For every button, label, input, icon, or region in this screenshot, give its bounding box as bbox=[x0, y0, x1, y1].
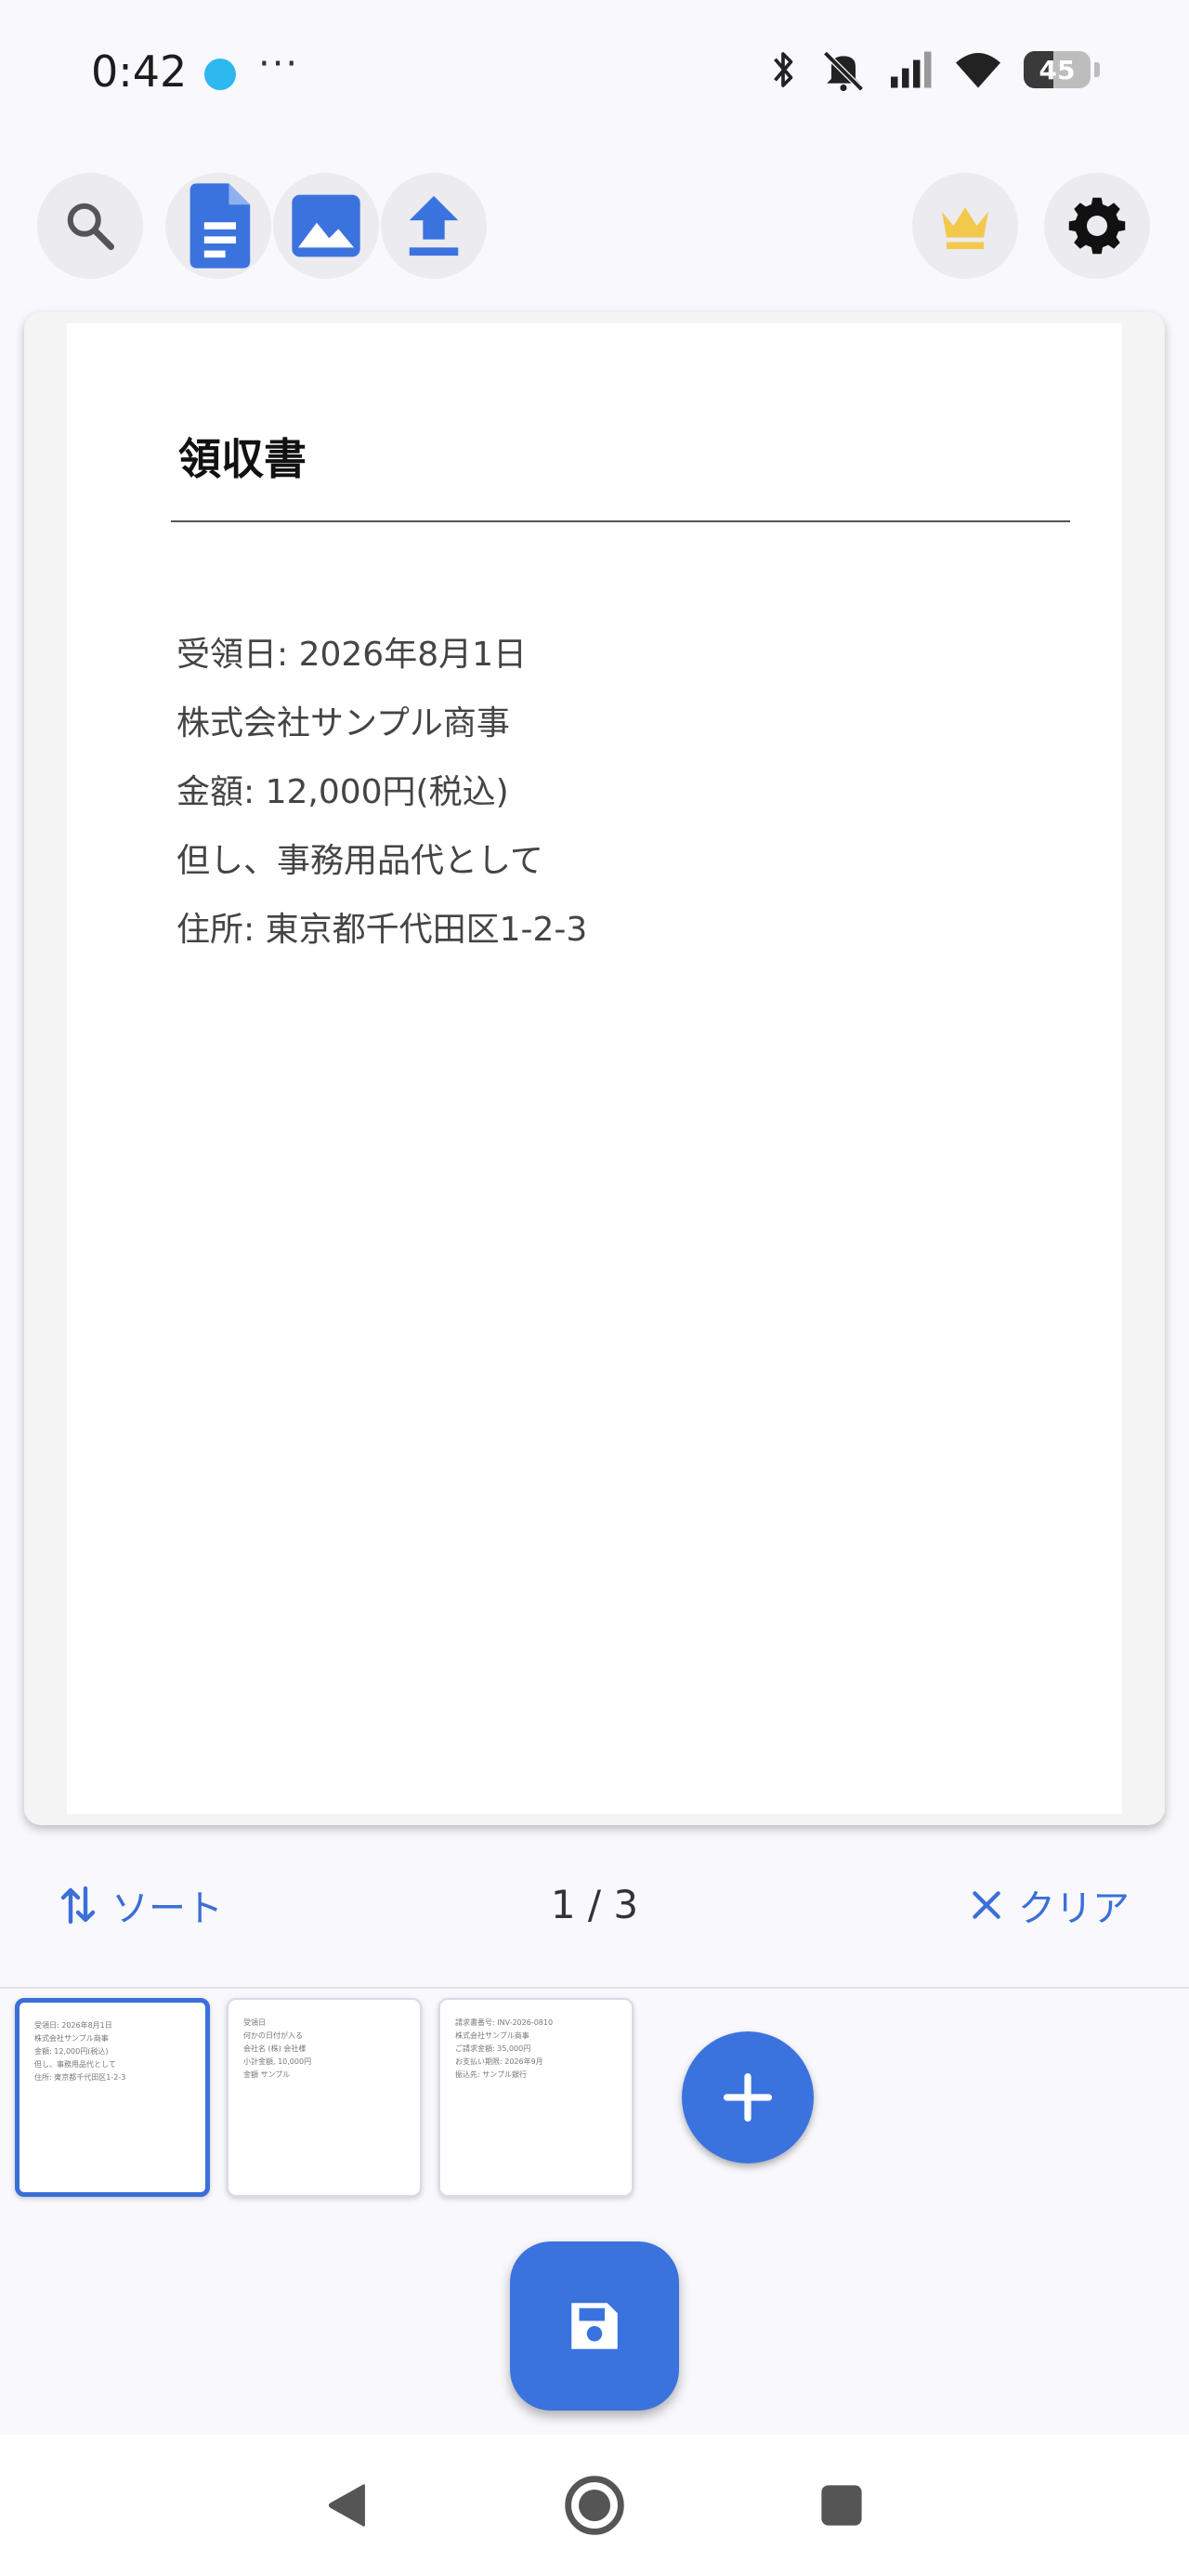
thumbnail-line: 但し、事務用品代として bbox=[34, 2060, 116, 2069]
back-button[interactable] bbox=[310, 2468, 385, 2543]
battery-icon: 45 bbox=[1024, 51, 1091, 88]
add-document-button[interactable] bbox=[165, 173, 271, 279]
navigation-bar bbox=[0, 2435, 1189, 2576]
clear-button[interactable]: クリア bbox=[970, 1868, 1130, 1942]
notification-app-icon bbox=[204, 59, 236, 90]
crown-icon bbox=[942, 207, 988, 249]
wifi-icon bbox=[956, 53, 1000, 88]
thumbnail-line: 会社名 (株) 会社様 bbox=[243, 2044, 307, 2053]
more-notifications-icon: ··· bbox=[258, 43, 300, 85]
sort-button[interactable]: ソート bbox=[59, 1868, 223, 1942]
save-button[interactable] bbox=[510, 2241, 679, 2411]
thumbnail-line: ご請求金額: 35,000円 bbox=[455, 2044, 531, 2053]
thumbnail-line: 受領日: 2026年8月1日 bbox=[34, 2021, 112, 2030]
thumbnail-line: お支払い期限: 2026年9月 bbox=[455, 2057, 543, 2066]
document-title: 領収書 bbox=[178, 434, 307, 484]
status-bar: 0:42 ··· 45 bbox=[0, 0, 1189, 149]
battery-label: 45 bbox=[1039, 54, 1076, 85]
page-thumbnail-3[interactable]: 請求書番号: INV-2026-0810 株式会社サンプル商事 ご請求金額: 3… bbox=[438, 1998, 634, 2197]
status-icons: 45 bbox=[767, 48, 1100, 91]
close-icon bbox=[973, 1891, 1000, 1919]
search-icon bbox=[67, 203, 114, 250]
document-line: 株式会社サンプル商事 bbox=[176, 704, 510, 743]
upload-button[interactable] bbox=[381, 173, 487, 279]
thumbnail-line: 請求書番号: INV-2026-0810 bbox=[455, 2018, 554, 2027]
bluetooth-icon bbox=[774, 52, 793, 87]
recents-button[interactable] bbox=[804, 2468, 879, 2543]
page-thumbnail-1[interactable]: 受領日: 2026年8月1日 株式会社サンプル商事 金額: 12,000円(税込… bbox=[15, 1998, 210, 2197]
back-icon bbox=[328, 2484, 365, 2527]
document-line: 受領日: 2026年8月1日 bbox=[176, 636, 527, 674]
thumbnail-text: 請求書番号: INV-2026-0810 株式会社サンプル商事 ご請求金額: 3… bbox=[455, 2017, 553, 2082]
title-divider bbox=[171, 520, 1070, 522]
document-line: 金額: 12,000円(税込) bbox=[176, 773, 509, 811]
page-controls: 1 / 3 ソート クリア bbox=[0, 1868, 1189, 1942]
add-image-button[interactable] bbox=[273, 173, 379, 279]
document-body: 受領日: 2026年8月1日 株式会社サンプル商事 金額: 12,000円(税込… bbox=[176, 621, 587, 965]
image-icon bbox=[292, 194, 360, 257]
document-preview[interactable]: 領収書 受領日: 2026年8月1日 株式会社サンプル商事 金額: 12,000… bbox=[24, 312, 1165, 1825]
search-button[interactable] bbox=[37, 173, 143, 279]
recents-icon bbox=[821, 2485, 862, 2526]
page-thumbnail-2[interactable]: 受領日 何かの日付が入る 会社名 (株) 会社様 小計金額, 10,000円 金… bbox=[227, 1998, 422, 2197]
upload-icon bbox=[409, 195, 459, 256]
clear-label: クリア bbox=[1018, 1887, 1130, 1930]
status-time: 0:42 bbox=[91, 46, 188, 97]
thumbnail-line: 住所: 東京都千代田区1-2-3 bbox=[34, 2073, 126, 2082]
thumbnail-line: 振込先: サンプル銀行 bbox=[455, 2070, 527, 2079]
document-line: 但し、事務用品代として bbox=[176, 842, 543, 880]
document-line: 住所: 東京都千代田区1-2-3 bbox=[176, 911, 588, 949]
silent-bell-icon bbox=[823, 50, 864, 91]
thumbnail-line: 受領日 bbox=[243, 2018, 266, 2027]
sort-icon bbox=[60, 1886, 96, 1925]
home-button[interactable] bbox=[557, 2468, 632, 2543]
divider bbox=[0, 1987, 1189, 1989]
thumbnail-line: 何かの日付が入る bbox=[243, 2031, 303, 2040]
thumbnail-line: 金額 サンプル bbox=[243, 2070, 291, 2079]
plus-icon bbox=[723, 2072, 773, 2123]
thumbnail-text: 受領日: 2026年8月1日 株式会社サンプル商事 金額: 12,000円(税込… bbox=[34, 2019, 125, 2084]
document-page: 領収書 受領日: 2026年8月1日 株式会社サンプル商事 金額: 12,000… bbox=[67, 323, 1122, 1814]
thumbnail-line: 金額: 12,000円(税込) bbox=[34, 2047, 109, 2056]
thumbnail-text: 受領日 何かの日付が入る 会社名 (株) 会社様 小計金額, 10,000円 金… bbox=[243, 2017, 311, 2082]
add-page-button[interactable] bbox=[682, 2031, 814, 2163]
home-icon bbox=[565, 2476, 624, 2535]
thumbnail-line: 小計金額, 10,000円 bbox=[243, 2057, 312, 2066]
signal-icon bbox=[891, 51, 932, 88]
sort-label: ソート bbox=[111, 1887, 223, 1930]
settings-button[interactable] bbox=[1044, 173, 1150, 279]
battery-tip bbox=[1094, 62, 1100, 77]
premium-button[interactable] bbox=[912, 173, 1018, 279]
gear-icon bbox=[1068, 197, 1126, 255]
save-icon bbox=[571, 2303, 618, 2349]
document-icon bbox=[189, 183, 251, 269]
thumbnail-line: 株式会社サンプル商事 bbox=[455, 2031, 529, 2040]
thumbnail-line: 株式会社サンプル商事 bbox=[34, 2034, 109, 2043]
